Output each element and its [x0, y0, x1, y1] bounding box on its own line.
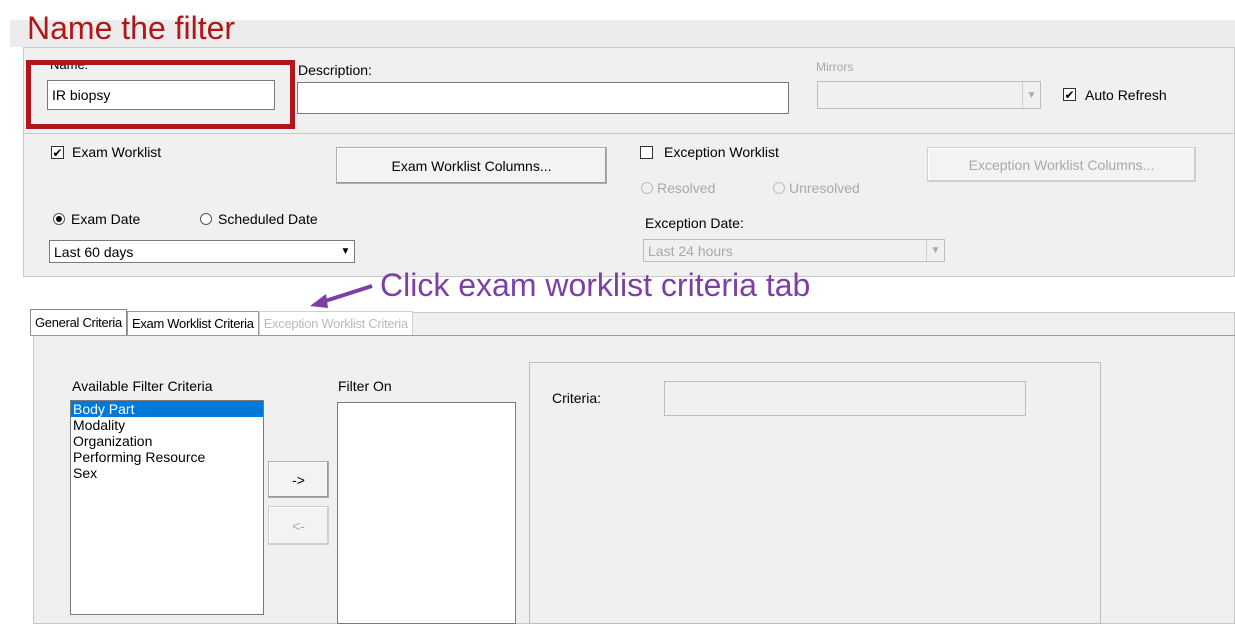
- filter-on-list[interactable]: [337, 402, 516, 624]
- annotation-click-tab: Click exam worklist criteria tab: [380, 267, 811, 303]
- scheduled-date-label: Scheduled Date: [218, 211, 318, 227]
- list-item[interactable]: Body Part: [71, 401, 263, 417]
- tab-exam-worklist-criteria[interactable]: Exam Worklist Criteria: [126, 311, 259, 335]
- annotation-name-filter: Name the filter: [27, 10, 236, 46]
- exception-date-label: Exception Date:: [645, 215, 744, 231]
- unresolved-radio: [773, 182, 785, 194]
- tab-general-criteria[interactable]: General Criteria: [30, 309, 127, 335]
- exam-worklist-columns-button[interactable]: Exam Worklist Columns...: [336, 147, 607, 184]
- annotation-highlight-box: [26, 60, 295, 129]
- criteria-label: Criteria:: [552, 390, 602, 406]
- exception-worklist-label: Exception Worklist: [664, 144, 779, 160]
- exception-worklist-checkbox[interactable]: [640, 146, 653, 159]
- exam-date-radio[interactable]: [53, 213, 65, 225]
- exam-worklist-checkbox[interactable]: ✔: [51, 146, 64, 159]
- list-item[interactable]: Performing Resource: [71, 449, 263, 465]
- criteria-tabs: General Criteria Exam Worklist Criteria …: [30, 309, 413, 337]
- chevron-down-icon: ▼: [340, 246, 351, 257]
- resolved-radio: [641, 182, 653, 194]
- radio-selected-dot: [56, 216, 62, 222]
- remove-criteria-button: <-: [268, 506, 329, 545]
- mirrors-label: Mirrors: [816, 60, 854, 74]
- exam-worklist-label: Exam Worklist: [72, 144, 162, 160]
- annotation-arrow-icon: [310, 284, 373, 308]
- description-input[interactable]: [297, 82, 789, 114]
- unresolved-label: Unresolved: [789, 180, 860, 196]
- available-criteria-list[interactable]: Body Part Modality Organization Performi…: [70, 400, 264, 615]
- exam-date-range-select[interactable]: Last 60 days ▼: [49, 240, 355, 263]
- exception-date-range-select: Last 24 hours ▼: [643, 239, 945, 262]
- resolved-label: Resolved: [657, 180, 716, 196]
- list-item[interactable]: Sex: [71, 465, 263, 481]
- mirrors-select: ▼: [817, 81, 1041, 109]
- add-criteria-button[interactable]: ->: [268, 461, 329, 498]
- auto-refresh-checkbox[interactable]: ✔: [1063, 88, 1076, 101]
- available-criteria-label: Available Filter Criteria: [72, 378, 213, 394]
- exception-date-range-value: Last 24 hours: [648, 242, 733, 259]
- exception-worklist-columns-button: Exception Worklist Columns...: [927, 147, 1196, 182]
- exam-date-range-value: Last 60 days: [54, 243, 134, 260]
- filter-on-label: Filter On: [338, 378, 392, 394]
- list-item[interactable]: Modality: [71, 417, 263, 433]
- chevron-down-icon: ▼: [1022, 82, 1040, 108]
- chevron-down-icon: ▼: [926, 240, 944, 261]
- scheduled-date-radio[interactable]: [200, 213, 212, 225]
- divider: [23, 133, 1235, 134]
- auto-refresh-label: Auto Refresh: [1085, 87, 1167, 103]
- list-item[interactable]: Organization: [71, 433, 263, 449]
- criteria-input: [664, 381, 1026, 416]
- exam-date-label: Exam Date: [71, 211, 141, 227]
- tab-exception-worklist-criteria: Exception Worklist Criteria: [258, 311, 413, 335]
- description-label: Description:: [298, 62, 372, 78]
